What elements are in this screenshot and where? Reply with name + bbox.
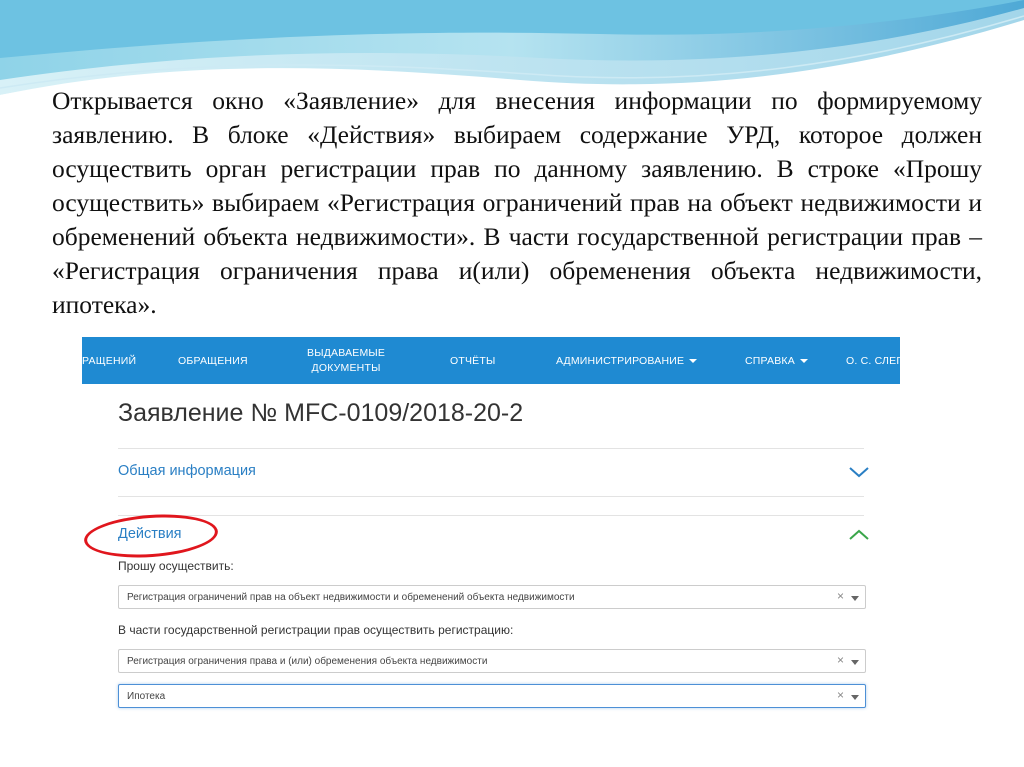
nav-item-obrascheniya[interactable]: ОБРАЩЕНИЯ — [178, 337, 248, 384]
registration-select-value: Регистрация ограничения права и (или) об… — [127, 656, 488, 667]
nav-item-documents-line1: ВЫДАВАЕМЫЕ — [307, 346, 386, 359]
caret-down-icon[interactable] — [851, 596, 859, 601]
caret-down-icon — [689, 358, 698, 363]
field-label-request: Прошу осуществить: — [118, 559, 234, 573]
clear-icon[interactable]: × — [837, 653, 844, 667]
divider — [118, 448, 864, 449]
nav-item-help-label: СПРАВКА — [745, 354, 795, 367]
mortgage-select[interactable]: Ипотека × — [118, 684, 866, 708]
nav-item-obrascheniy[interactable]: РАЩЕНИЙ — [82, 337, 136, 384]
caret-down-icon[interactable] — [851, 695, 859, 700]
divider — [118, 496, 864, 497]
page-title: Заявление № MFC-0109/2018-20-2 — [118, 399, 524, 427]
nav-item-documents-line2: ДОКУМЕНТЫ — [311, 361, 381, 374]
request-select-value: Регистрация ограничений прав на объект н… — [127, 592, 575, 603]
chevron-down-icon[interactable] — [848, 465, 870, 479]
top-navbar: РАЩЕНИЙ ОБРАЩЕНИЯ ВЫДАВАЕМЫЕ ДОКУМЕНТЫ О… — [82, 337, 900, 384]
clear-icon[interactable]: × — [837, 589, 844, 603]
field-label-registration: В части государственной регистрации прав… — [118, 623, 514, 637]
request-select[interactable]: Регистрация ограничений прав на объект н… — [118, 585, 866, 609]
divider — [118, 515, 864, 516]
nav-item-user[interactable]: О. С. СЛЕПО — [846, 337, 900, 384]
caret-down-icon[interactable] — [851, 660, 859, 665]
mortgage-select-value: Ипотека — [127, 691, 166, 702]
registration-select[interactable]: Регистрация ограничения права и (или) об… — [118, 649, 866, 673]
chevron-up-icon[interactable] — [848, 528, 870, 542]
nav-item-documents[interactable]: ВЫДАВАЕМЫЕ ДОКУМЕНТЫ — [307, 337, 387, 384]
nav-item-reports[interactable]: ОТЧЁТЫ — [450, 337, 496, 384]
section-general-info[interactable]: Общая информация — [118, 463, 256, 479]
nav-item-admin-label: АДМИНИСТРИРОВАНИЕ — [556, 354, 685, 367]
nav-item-admin[interactable]: АДМИНИСТРИРОВАНИЕ — [556, 337, 698, 384]
nav-item-help[interactable]: СПРАВКА — [745, 337, 808, 384]
slide-paragraph: Открывается окно «Заявление» для внесени… — [52, 86, 982, 319]
clear-icon[interactable]: × — [837, 688, 844, 702]
caret-down-icon — [799, 358, 808, 363]
